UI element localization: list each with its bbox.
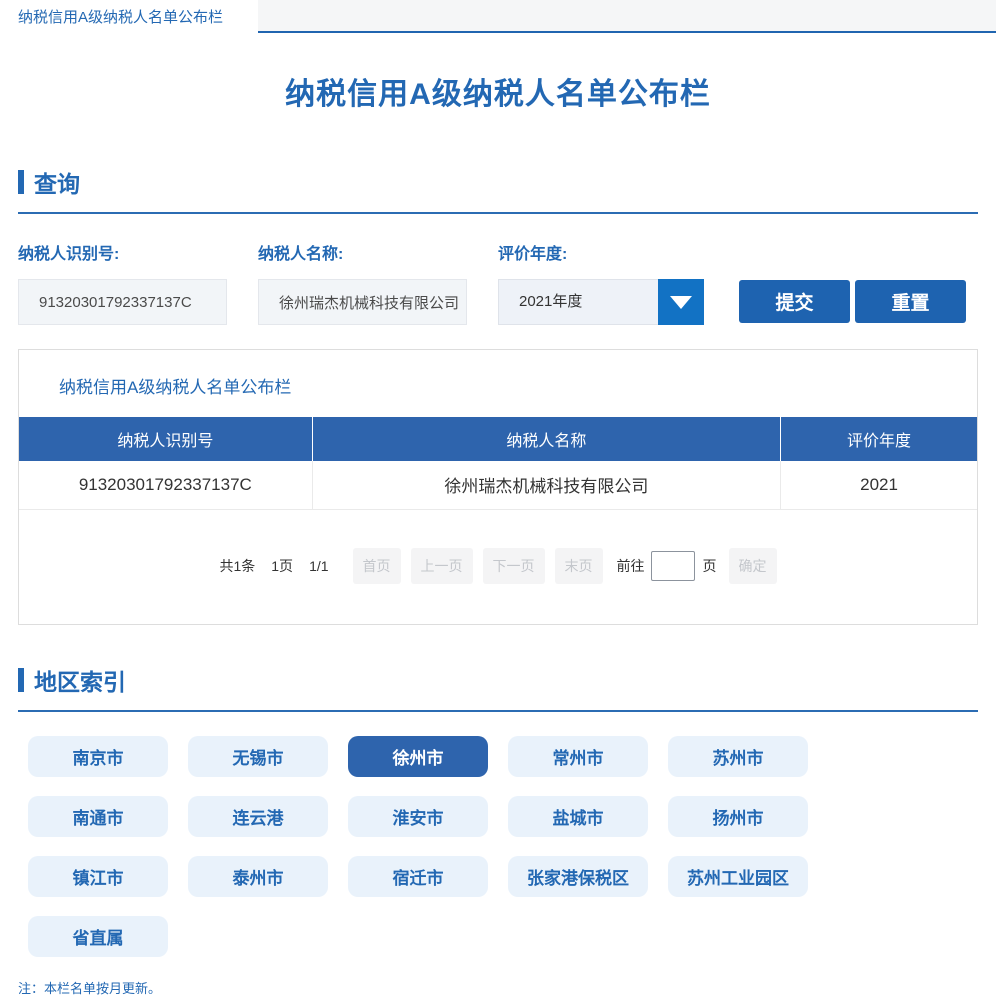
region-chip-suqian[interactable]: 宿迁市 bbox=[348, 856, 488, 897]
last-page-button[interactable]: 末页 bbox=[555, 548, 603, 584]
region-chip-suzhou[interactable]: 苏州市 bbox=[668, 736, 808, 777]
region-chip-grid: 南京市 无锡市 徐州市 常州市 苏州市 南通市 连云港 淮安市 盐城市 扬州市 … bbox=[18, 736, 978, 976]
region-section-header: 地区索引 bbox=[18, 663, 978, 697]
region-chip-nanjing[interactable]: 南京市 bbox=[28, 736, 168, 777]
region-chip-zhangjiagang-ftz[interactable]: 张家港保税区 bbox=[508, 856, 648, 897]
taxpayer-id-label: 纳税人识别号: bbox=[18, 240, 227, 264]
goto-confirm-button[interactable]: 确定 bbox=[729, 548, 777, 584]
region-chip-wuxi[interactable]: 无锡市 bbox=[188, 736, 328, 777]
update-note: 注：本栏名单按月更新。 bbox=[18, 978, 978, 997]
goto-label: 前往 bbox=[617, 556, 645, 576]
region-chip-xuzhou[interactable]: 徐州市 bbox=[348, 736, 488, 777]
column-header-taxpayer-name: 纳税人名称 bbox=[312, 417, 780, 461]
chevron-down-icon bbox=[670, 296, 692, 309]
page-title: 纳税信用A级纳税人名单公布栏 bbox=[0, 69, 996, 113]
section-divider bbox=[18, 710, 978, 712]
page-count: 1页 bbox=[271, 556, 293, 576]
pagination: 共1条 1页 1/1 首页 上一页 下一页 末页 前往 页 确定 bbox=[19, 548, 977, 584]
taxpayer-name-field-group: 纳税人名称: bbox=[258, 240, 467, 325]
results-table: 纳税人识别号 纳税人名称 评价年度 91320301792337137C 徐州瑞… bbox=[19, 417, 977, 510]
taxpayer-name-input[interactable] bbox=[258, 279, 467, 325]
form-buttons: 提交 重置 bbox=[739, 280, 966, 323]
current-page-indicator: 1/1 bbox=[309, 558, 328, 574]
year-label: 评价年度: bbox=[498, 240, 704, 264]
region-chip-changzhou[interactable]: 常州市 bbox=[508, 736, 648, 777]
section-accent-bar bbox=[18, 170, 24, 194]
taxpayer-name-label: 纳税人名称: bbox=[258, 240, 467, 264]
tab-bar-filler bbox=[258, 0, 996, 33]
region-chip-suzhou-industrial-park[interactable]: 苏州工业园区 bbox=[668, 856, 808, 897]
region-chip-yancheng[interactable]: 盐城市 bbox=[508, 796, 648, 837]
tab-bar: 纳税信用A级纳税人名单公布栏 bbox=[0, 0, 996, 33]
query-section-header: 查询 bbox=[18, 165, 978, 199]
column-header-year: 评价年度 bbox=[781, 417, 977, 461]
results-panel-title: 纳税信用A级纳税人名单公布栏 bbox=[19, 350, 977, 417]
year-select[interactable]: 2021年度 bbox=[498, 279, 704, 325]
region-chip-zhenjiang[interactable]: 镇江市 bbox=[28, 856, 168, 897]
region-chip-taizhou[interactable]: 泰州市 bbox=[188, 856, 328, 897]
region-section-title: 地区索引 bbox=[34, 663, 126, 697]
total-count: 共1条 bbox=[219, 556, 255, 576]
cell-year: 2021 bbox=[781, 461, 977, 509]
taxpayer-id-input[interactable] bbox=[18, 279, 227, 325]
year-dropdown-button[interactable] bbox=[658, 279, 704, 325]
query-form: 纳税人识别号: 纳税人名称: 评价年度: 2021年度 提交 重置 bbox=[18, 240, 978, 325]
region-chip-provincial[interactable]: 省直属 bbox=[28, 916, 168, 957]
region-chip-nantong[interactable]: 南通市 bbox=[28, 796, 168, 837]
section-accent-bar bbox=[18, 668, 24, 692]
results-panel: 纳税信用A级纳税人名单公布栏 纳税人识别号 纳税人名称 评价年度 9132030… bbox=[18, 349, 978, 625]
cell-taxpayer-name: 徐州瑞杰机械科技有限公司 bbox=[312, 461, 780, 509]
submit-button[interactable]: 提交 bbox=[739, 280, 850, 323]
goto-page-input[interactable] bbox=[651, 551, 695, 581]
next-page-button[interactable]: 下一页 bbox=[483, 548, 545, 584]
first-page-button[interactable]: 首页 bbox=[353, 548, 401, 584]
page-suffix-label: 页 bbox=[703, 556, 717, 576]
table-row: 91320301792337137C 徐州瑞杰机械科技有限公司 2021 bbox=[19, 461, 977, 509]
year-selected-value: 2021年度 bbox=[498, 279, 658, 325]
cell-taxpayer-id: 91320301792337137C bbox=[19, 461, 312, 509]
region-chip-huaian[interactable]: 淮安市 bbox=[348, 796, 488, 837]
tab-taxpayer-list[interactable]: 纳税信用A级纳税人名单公布栏 bbox=[0, 0, 258, 33]
taxpayer-id-field-group: 纳税人识别号: bbox=[18, 240, 227, 325]
year-field-group: 评价年度: 2021年度 bbox=[498, 240, 704, 325]
prev-page-button[interactable]: 上一页 bbox=[411, 548, 473, 584]
region-chip-lianyungang[interactable]: 连云港 bbox=[188, 796, 328, 837]
query-section-title: 查询 bbox=[34, 165, 80, 199]
region-chip-yangzhou[interactable]: 扬州市 bbox=[668, 796, 808, 837]
column-header-taxpayer-id: 纳税人识别号 bbox=[19, 417, 312, 461]
reset-button[interactable]: 重置 bbox=[855, 280, 966, 323]
table-header-row: 纳税人识别号 纳税人名称 评价年度 bbox=[19, 417, 977, 461]
section-divider bbox=[18, 212, 978, 214]
